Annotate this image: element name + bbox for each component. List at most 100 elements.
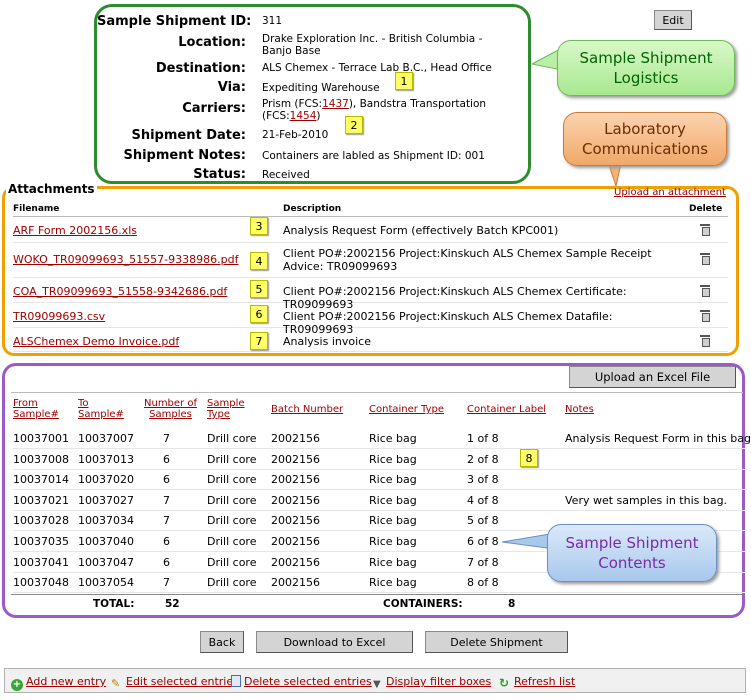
sample-count-cell: 6 <box>163 555 170 569</box>
logistics-callout: Sample Shipment Logistics <box>557 40 735 96</box>
contents-callout: Sample Shipment Contents <box>547 524 717 582</box>
carrier1-suffix: ), Bandstra Transportation <box>348 98 487 110</box>
contents-header-row: From Sample# To Sample# Number of Samples S… <box>13 398 745 424</box>
trash-icon[interactable] <box>700 335 710 347</box>
table-row[interactable]: 10037014 10037020 6 Drill core 2002156 Rice b… <box>13 470 745 491</box>
sample-type-cell: Drill core <box>207 576 257 590</box>
edit-button[interactable]: Edit <box>654 10 692 30</box>
shipment-id-label: Sample Shipment ID: <box>97 14 252 29</box>
container-label-cell: 4 of 8 <box>467 493 499 507</box>
add-entry-link[interactable]: Add new entry <box>26 675 106 688</box>
filter-boxes-link[interactable]: Display filter boxes <box>386 675 491 688</box>
edit-entries-item[interactable]: ✎ Edit selected entries <box>111 675 239 690</box>
shipment-date-value: 21-Feb-2010 <box>262 129 329 141</box>
container-type-cell: Rice bag <box>369 452 417 466</box>
attachments-header-row: Filename Description Delete <box>13 203 728 217</box>
sample-type-header[interactable]: Sample Type <box>207 398 245 420</box>
delete-entries-link[interactable]: Delete selected entries <box>244 675 372 688</box>
attachment-file-link[interactable]: ALSChemex Demo Invoice.pdf <box>13 335 179 348</box>
container-type-header[interactable]: Container Type <box>369 404 444 415</box>
marker-5: 5 <box>250 280 268 298</box>
carrier2-suffix: ) <box>316 110 321 122</box>
trash-icon[interactable] <box>700 253 710 265</box>
batch-number-header[interactable]: Batch Number <box>271 404 343 415</box>
marker-3: 3 <box>250 217 268 235</box>
delete-header: Delete <box>689 204 723 214</box>
shipment-notes-value: Containers are labled as Shipment ID: 00… <box>262 150 485 162</box>
attachment-file-link[interactable]: ARF Form 2002156.xls <box>13 224 137 237</box>
from-header-line1: From <box>13 398 38 409</box>
table-row[interactable]: 10037021 10037027 7 Drill core 2002156 Rice b… <box>13 491 745 511</box>
back-button[interactable]: Back <box>200 631 244 653</box>
carrier2-fcs-link[interactable]: 1454 <box>290 110 317 122</box>
via-value: Expediting Warehouse <box>262 82 380 94</box>
sample-type-cell: Drill core <box>207 514 257 528</box>
carriers-label: Carriers: <box>182 101 246 116</box>
add-entry-item[interactable]: + Add new entry <box>11 675 106 691</box>
shipment-notes-row: Shipment Notes: Containers are labled as… <box>97 148 534 163</box>
location-label: Location: <box>178 35 246 50</box>
type-header-line1: Sample <box>207 398 245 409</box>
edit-entries-link[interactable]: Edit selected entries <box>126 675 239 688</box>
trash-icon[interactable] <box>700 285 710 297</box>
container-type-cell: Rice bag <box>369 493 417 507</box>
pencil-icon: ✎ <box>111 677 121 690</box>
via-row: Via: Expediting Warehouse <box>97 80 534 95</box>
attachments-box: Filename Description Delete ARF Form 200… <box>2 186 739 356</box>
delete-entries-item[interactable]: Delete selected entries <box>231 675 372 688</box>
filename-header: Filename <box>13 204 60 214</box>
sample-count-cell: 7 <box>163 493 170 507</box>
to-sample-header[interactable]: To Sample# <box>78 398 124 420</box>
container-label-cell: 5 of 8 <box>467 514 499 528</box>
from-sample-cell: 10037048 <box>13 576 69 590</box>
notes-header[interactable]: Notes <box>565 404 594 415</box>
logistics-box: Sample Shipment ID: 311 Location: Drake … <box>94 4 531 184</box>
upload-attachment-link[interactable]: Upload an attachment <box>614 187 726 198</box>
number-of-samples-header[interactable]: Number of Samples <box>144 398 197 420</box>
containers-value: 8 <box>508 598 516 610</box>
batch-number-cell: 2002156 <box>271 473 320 487</box>
delete-shipment-button[interactable]: Delete Shipment <box>425 631 568 653</box>
status-value: Received <box>262 169 310 181</box>
location-row: Location: Drake Exploration Inc. - Briti… <box>97 33 534 57</box>
container-label-header[interactable]: Container Label <box>467 404 546 415</box>
marker-6: 6 <box>250 305 268 323</box>
to-sample-cell: 10037007 <box>78 432 134 445</box>
from-sample-cell: 10037041 <box>13 555 69 569</box>
shipment-id-value: 311 <box>262 15 283 27</box>
delete-document-icon <box>231 675 241 687</box>
refresh-link[interactable]: Refresh list <box>514 675 575 688</box>
attachment-file-link[interactable]: WOKO_TR09099693_51557-9338986.pdf <box>13 253 238 266</box>
num-header-line1: Number of <box>144 398 197 409</box>
shipment-date-row: Shipment Date: 21-Feb-2010 <box>97 128 534 143</box>
trash-icon[interactable] <box>700 310 710 322</box>
attachment-file-link[interactable]: COA_TR09099693_51558-9342686.pdf <box>13 285 227 298</box>
from-sample-header[interactable]: From Sample# <box>13 398 59 420</box>
to-sample-cell: 10037027 <box>78 493 134 507</box>
filter-boxes-item[interactable]: ▼ Display filter boxes <box>373 675 491 691</box>
carrier1-fcs-link[interactable]: 1437 <box>322 98 349 110</box>
destination-label: Destination: <box>155 61 246 76</box>
carrier1-prefix: Prism (FCS: <box>262 98 323 110</box>
trash-icon[interactable] <box>700 224 710 236</box>
container-label-cell: 3 of 8 <box>467 473 499 487</box>
batch-number-cell: 2002156 <box>271 452 320 466</box>
refresh-item[interactable]: ↻ Refresh list <box>499 675 575 689</box>
attachment-description: Analysis invoice <box>283 335 371 348</box>
container-type-cell: Rice bag <box>369 535 417 548</box>
container-type-cell: Rice bag <box>369 432 417 445</box>
from-sample-cell: 10037014 <box>13 473 69 487</box>
to-sample-cell: 10037013 <box>78 452 134 466</box>
from-sample-cell: 10037008 <box>13 452 69 466</box>
container-type-cell: Rice bag <box>369 555 417 569</box>
table-row[interactable]: 10037001 10037007 7 Drill core 2002156 Rice b… <box>13 429 751 449</box>
from-header-line2: Sample# <box>13 409 59 420</box>
status-label: Status: <box>193 167 246 182</box>
container-type-cell: Rice bag <box>369 514 417 528</box>
table-row[interactable]: 10037008 10037013 6 Drill core 2002156 Rice b… <box>13 450 745 470</box>
container-label-cell: 8 of 8 <box>467 576 499 590</box>
attachment-file-link[interactable]: TR09099693.csv <box>13 310 105 323</box>
download-excel-button[interactable]: Download to Excel <box>256 631 413 653</box>
shipment-date-label: Shipment Date: <box>131 128 246 143</box>
contents-top-divider <box>11 392 743 393</box>
